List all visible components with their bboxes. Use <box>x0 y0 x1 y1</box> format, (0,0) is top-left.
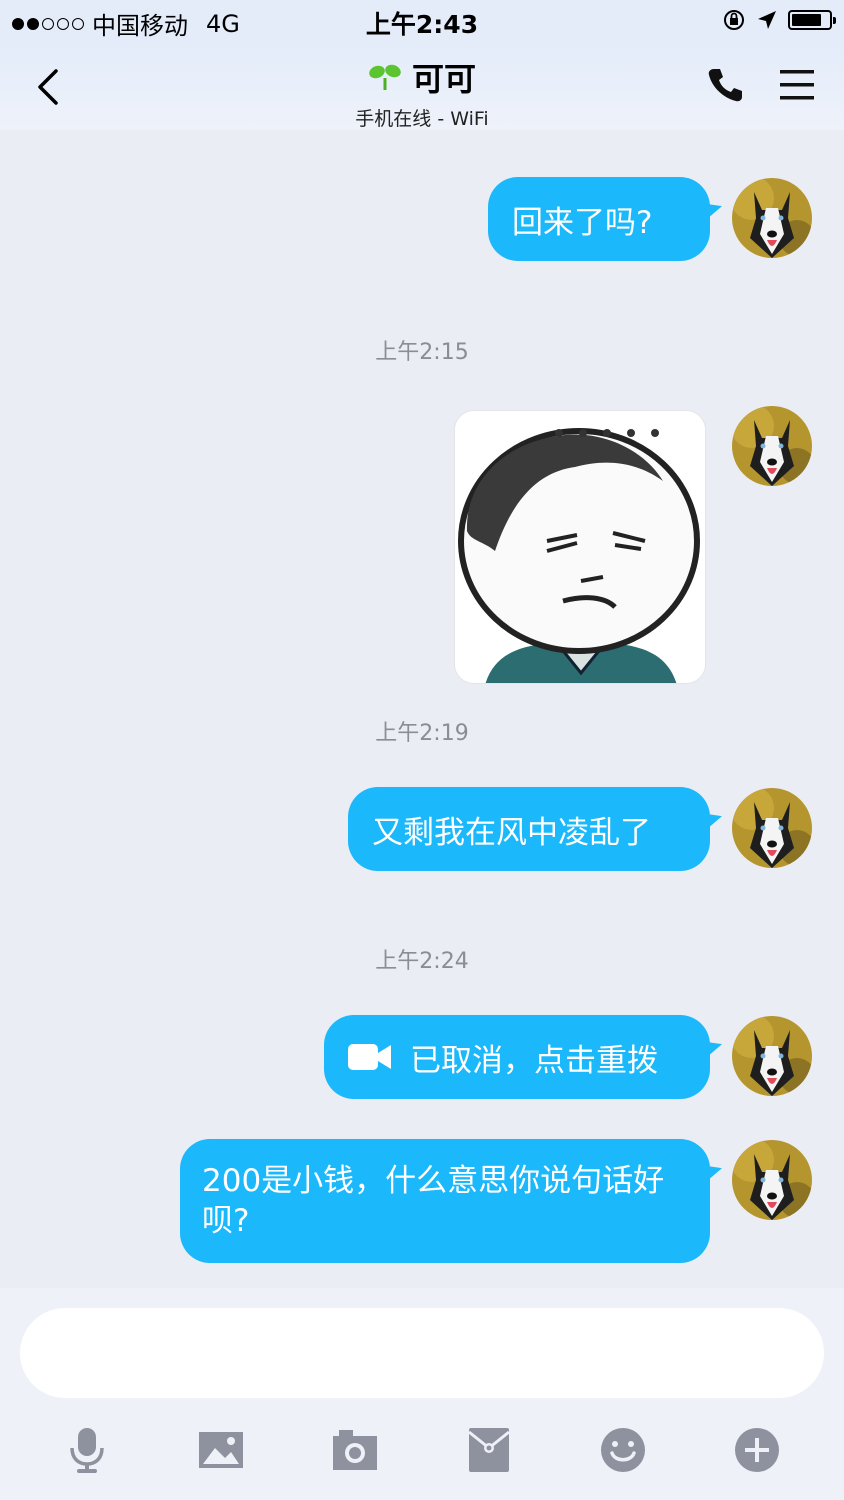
user-avatar[interactable] <box>732 406 812 486</box>
call-status-text: 已取消，点击重拨 <box>410 1042 658 1079</box>
plus-icon[interactable] <box>733 1426 781 1474</box>
online-status: 手机在线 - WiFi <box>355 108 489 130</box>
toolbar <box>0 1408 844 1488</box>
contact-name: 可可 <box>411 60 476 98</box>
message-text: 回来了吗? <box>512 204 653 241</box>
message-input[interactable] <box>20 1308 824 1398</box>
phone-icon <box>708 69 742 102</box>
rotation-lock-icon <box>724 10 744 30</box>
video-call-bubble[interactable]: 已取消，点击重拨 <box>324 1015 710 1099</box>
status-time: 上午2:43 <box>365 10 479 39</box>
status-bar: 中国移动 4G 上午2:43 <box>0 0 844 44</box>
user-avatar[interactable] <box>732 1140 812 1220</box>
emoji-icon[interactable] <box>599 1426 647 1474</box>
user-avatar[interactable] <box>732 788 812 868</box>
timestamp: 上午2:19 <box>375 721 469 746</box>
message-bubble[interactable]: 200是小钱，什么意思你说句话好呗? <box>180 1139 710 1263</box>
battery-icon <box>788 10 836 30</box>
status-icons <box>722 8 836 32</box>
message-bubble[interactable]: 回来了吗? <box>488 177 710 261</box>
image-icon[interactable] <box>197 1426 245 1474</box>
nav-bar: 可可 手机在线 - WiFi <box>0 44 844 130</box>
user-avatar[interactable] <box>732 178 812 258</box>
location-icon <box>758 11 776 29</box>
message-text: 又剩我在风中凌乱了 <box>372 814 651 851</box>
message-bubble[interactable]: 又剩我在风中凌乱了 <box>348 787 710 871</box>
menu-button[interactable] <box>778 68 816 106</box>
red-packet-icon[interactable] <box>465 1426 513 1474</box>
sprout-icon <box>369 64 401 90</box>
timestamp: 上午2:24 <box>375 949 469 974</box>
microphone-icon[interactable] <box>63 1426 111 1474</box>
camera-icon[interactable] <box>331 1426 379 1474</box>
hamburger-menu-icon <box>780 70 814 100</box>
timestamp: 上午2:15 <box>375 340 469 365</box>
video-camera-icon <box>348 1044 391 1070</box>
user-avatar[interactable] <box>732 1016 812 1096</box>
message-list[interactable]: 回来了吗? 上午2:15 上午2:19 又剩我在风中凌乱了 上午2:24 已取消… <box>0 130 844 1288</box>
sticker-face-image <box>455 411 705 683</box>
call-button[interactable] <box>706 66 744 108</box>
sticker-image[interactable] <box>454 410 706 684</box>
input-bar <box>0 1288 844 1500</box>
message-text: 200是小钱，什么意思你说句话好呗? <box>202 1163 665 1239</box>
